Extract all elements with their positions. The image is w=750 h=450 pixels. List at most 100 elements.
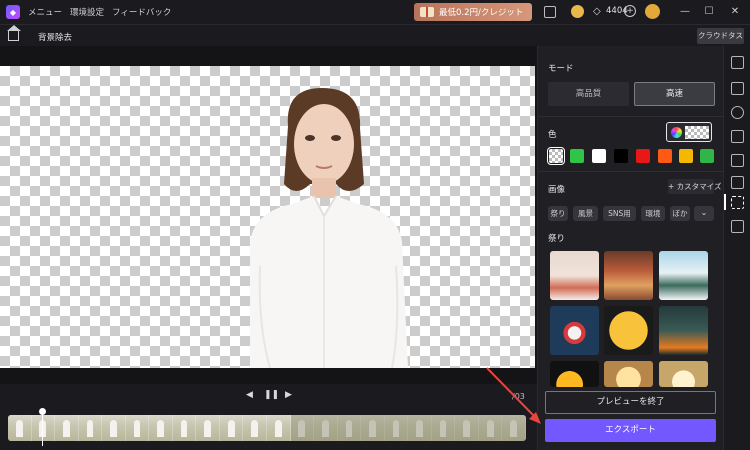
export-button[interactable]: エクスポート — [545, 419, 716, 442]
mode-high-quality-button[interactable]: 高品質 — [548, 82, 629, 106]
cloud-task-button[interactable]: クラウドタスク — [697, 28, 744, 56]
swatch-transparent[interactable] — [547, 147, 565, 165]
settings-panel: モード 高品質 高速 色 画像 + カスタマイズ 祭り 風景 SNS用 環境 ぼ… — [537, 46, 724, 450]
prev-frame-icon[interactable]: ◀ — [246, 390, 253, 400]
timeline-frame — [172, 415, 197, 441]
customize-button[interactable]: + カスタマイズ — [668, 179, 721, 194]
background-thumbnail[interactable] — [659, 251, 708, 300]
divider — [538, 171, 724, 172]
background-thumbnail[interactable] — [550, 251, 599, 300]
tool-rail — [723, 46, 750, 450]
background-thumbnail[interactable] — [604, 251, 653, 300]
chip-festival[interactable]: 祭り — [548, 206, 568, 221]
avatar[interactable] — [645, 4, 660, 19]
timeline-frame — [31, 415, 56, 441]
category-title: 祭り — [548, 234, 566, 244]
exit-preview-button[interactable]: プレビューを終了 — [545, 391, 716, 414]
background-thumbnail[interactable] — [659, 361, 708, 387]
timeline-frame — [408, 415, 432, 441]
chip-scenery[interactable]: 風景 — [573, 206, 598, 221]
grid-icon[interactable] — [731, 130, 744, 143]
chip-sns[interactable]: SNS用 — [603, 206, 636, 221]
timeline-frame — [314, 415, 338, 441]
transparent-canvas — [0, 66, 535, 368]
swatch-black[interactable] — [614, 149, 628, 163]
background-thumbnail[interactable] — [550, 361, 599, 387]
subject-person — [250, 88, 408, 368]
pause-icon[interactable]: ❚❚ — [264, 390, 279, 400]
timeline-frame — [78, 415, 103, 441]
timeline-frame — [361, 415, 385, 441]
chip-environment[interactable]: 環境 — [641, 206, 665, 221]
swatch-red[interactable] — [636, 149, 650, 163]
swatch-green[interactable] — [570, 149, 584, 163]
refresh-icon[interactable] — [731, 106, 744, 119]
timecode: /03 — [512, 392, 525, 401]
page-title: 背景除去 — [38, 33, 73, 43]
env-settings-button[interactable]: 環境設定 — [70, 6, 104, 18]
eraser-icon[interactable] — [731, 176, 744, 189]
background-thumbnail[interactable] — [604, 361, 653, 387]
promo-text: 最低0.2円/クレジット — [439, 8, 524, 18]
timeline-frame — [102, 415, 126, 441]
timeline-frame — [55, 415, 79, 441]
gem-icon: ◇ — [593, 6, 601, 17]
background-thumbnail[interactable] — [659, 306, 708, 355]
close-icon[interactable]: ✕ — [728, 5, 742, 19]
timeline-frame — [290, 415, 315, 441]
tasks-icon[interactable] — [544, 6, 556, 18]
gift-icon — [420, 7, 434, 17]
timeline-frame — [267, 415, 291, 441]
mode-title: モード — [548, 64, 574, 74]
edit-icon[interactable] — [731, 154, 744, 167]
timeline-frame — [219, 415, 244, 441]
swatch-yellow[interactable] — [679, 149, 693, 163]
timeline-frame — [149, 415, 173, 441]
timeline-frame — [455, 415, 479, 441]
background-remove-icon[interactable] — [731, 196, 744, 209]
timeline-frame — [243, 415, 268, 441]
timeline-strip[interactable] — [8, 415, 526, 441]
image-title: 画像 — [548, 185, 566, 195]
toolbar: 背景除去 クラウドタスク — [0, 24, 750, 56]
promo-banner[interactable]: 最低0.2円/クレジット — [414, 3, 532, 21]
plus-icon: + — [668, 182, 677, 191]
color-picker-button[interactable] — [666, 122, 712, 142]
transparent-preview-icon — [685, 126, 709, 139]
customize-label: カスタマイズ — [676, 182, 722, 191]
play-video-icon[interactable] — [731, 220, 744, 233]
mode-fast-button[interactable]: 高速 — [634, 82, 715, 106]
timeline-frame — [125, 415, 150, 441]
coin-icon[interactable] — [571, 5, 584, 18]
preview-area — [0, 46, 537, 384]
maximize-icon[interactable]: ☐ — [702, 5, 716, 19]
app-logo: ◆ — [6, 5, 20, 19]
swatch-green-2[interactable] — [700, 149, 714, 163]
minimize-icon[interactable]: — — [678, 5, 692, 19]
divider — [538, 116, 724, 117]
add-credits-icon[interactable]: + — [624, 5, 636, 17]
swatch-orange[interactable] — [658, 149, 672, 163]
playhead[interactable] — [39, 408, 46, 446]
timeline-frame — [196, 415, 220, 441]
color-wheel-icon — [671, 127, 682, 138]
home-icon[interactable] — [7, 25, 21, 41]
color-title: 色 — [548, 130, 557, 140]
enhance-icon[interactable] — [731, 82, 744, 95]
menu-button[interactable]: メニュー — [28, 6, 62, 18]
title-bar: ◆ メニュー 環境設定 フィードバック 最低0.2円/クレジット ◇ 4404 … — [0, 0, 750, 24]
feedback-button[interactable]: フィードバック — [112, 6, 171, 18]
swatch-white[interactable] — [592, 149, 606, 163]
timeline-frame — [431, 415, 456, 441]
video-icon[interactable] — [731, 56, 744, 69]
background-thumbnail[interactable] — [550, 306, 599, 355]
chip-blur[interactable]: ぼか — [670, 206, 690, 221]
background-thumbnail[interactable] — [604, 306, 653, 355]
timeline-frame — [337, 415, 362, 441]
active-indicator — [724, 194, 726, 210]
next-frame-icon[interactable]: ▶ — [285, 390, 292, 400]
timeline-frame — [502, 415, 526, 441]
timeline-frame — [478, 415, 503, 441]
timeline-frame — [384, 415, 409, 441]
chevron-down-icon[interactable]: ⌄ — [694, 206, 714, 221]
